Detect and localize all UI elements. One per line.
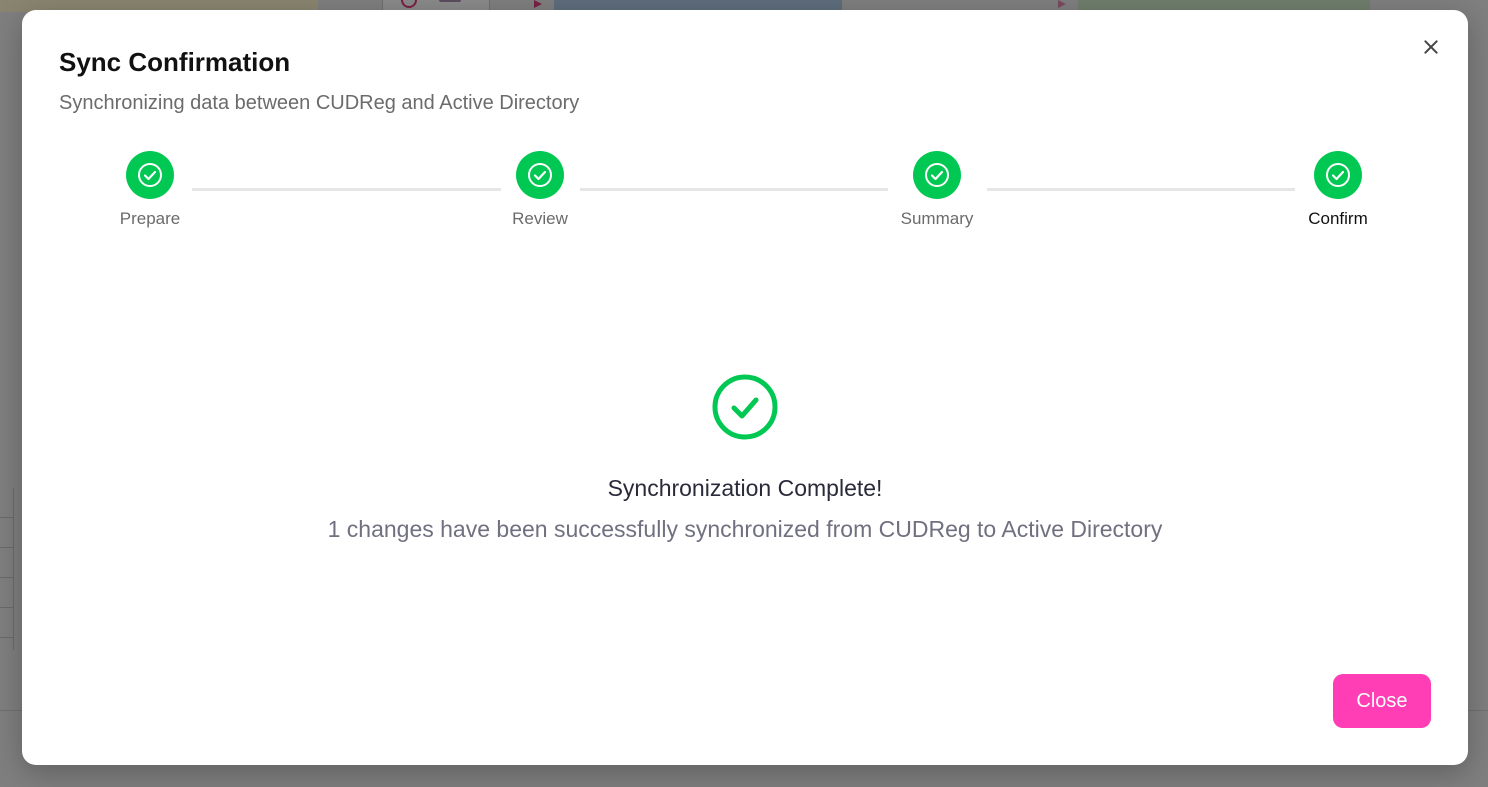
check-circle-icon <box>913 151 961 199</box>
background-arrow <box>1058 0 1066 8</box>
step-connector <box>987 188 1295 191</box>
check-circle-icon <box>1314 151 1362 199</box>
check-circle-icon <box>126 151 174 199</box>
close-icon[interactable] <box>1420 36 1442 58</box>
background-arrow <box>534 0 542 8</box>
background-table <box>0 488 14 650</box>
success-check-icon <box>711 373 779 441</box>
sync-confirmation-dialog: Sync Confirmation Synchronizing data bet… <box>22 10 1468 765</box>
step-prepare: Prepare <box>90 151 210 229</box>
step-label: Prepare <box>119 209 181 228</box>
step-connector <box>192 188 501 191</box>
step-summary: Summary <box>877 151 997 229</box>
step-connector <box>580 188 888 191</box>
success-title: Synchronization Complete! <box>607 475 883 501</box>
step-label: Summary <box>900 209 974 228</box>
dialog-subtitle: Synchronizing data between CUDReg and Ac… <box>59 92 580 114</box>
check-circle-icon <box>516 151 564 199</box>
close-button[interactable]: Close <box>1333 674 1431 728</box>
step-confirm: Confirm <box>1278 151 1398 229</box>
dialog-title: Sync Confirmation <box>59 47 291 77</box>
step-review: Review <box>480 151 600 229</box>
success-message: 1 changes have been successfully synchro… <box>327 516 1163 542</box>
step-label: Review <box>512 209 568 228</box>
step-label: Confirm <box>1308 209 1368 228</box>
